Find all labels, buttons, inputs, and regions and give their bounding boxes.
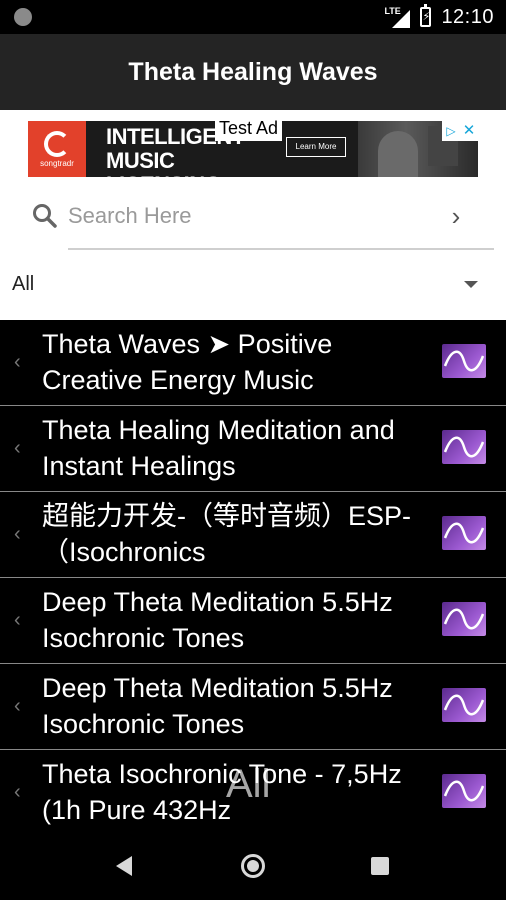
app-bar: Theta Healing Waves xyxy=(0,34,506,110)
category-dropdown[interactable]: All xyxy=(0,265,506,305)
chevron-right-icon[interactable]: › xyxy=(444,202,468,230)
wave-thumbnail-icon xyxy=(442,602,486,636)
category-selected-value: All xyxy=(12,273,35,295)
search-input[interactable] xyxy=(68,196,428,236)
chevron-left-icon: ‹ xyxy=(14,437,21,459)
list-item-title: 超能力开发-（等时音频）ESP-（Isochronics xyxy=(42,501,412,567)
list-item[interactable]: ‹ Deep Theta Meditation 5.5Hz Isochronic… xyxy=(0,664,506,752)
ad-learn-more-button[interactable]: Learn More xyxy=(286,137,346,157)
chevron-left-icon: ‹ xyxy=(14,695,21,717)
status-bar: LTE ⚡ 12:10 xyxy=(0,0,506,34)
search-icon[interactable] xyxy=(32,203,58,229)
list-item[interactable]: ‹ 超能力开发-（等时音频）ESP-（Isochronics xyxy=(0,492,506,580)
app-title: Theta Healing Waves xyxy=(128,57,378,86)
list-item-title: Deep Theta Meditation 5.5Hz Isochronic T… xyxy=(42,673,393,739)
recents-icon[interactable] xyxy=(371,857,389,875)
search-panel: songtradr INTELLIGENT MUSIC LICENSING Le… xyxy=(0,110,506,320)
chevron-left-icon: ‹ xyxy=(14,523,21,545)
dropdown-arrow-icon[interactable] xyxy=(464,281,478,288)
close-icon[interactable]: ✕ xyxy=(460,121,478,141)
home-icon[interactable] xyxy=(241,854,265,878)
ad-brand-logo: songtradr xyxy=(28,121,86,177)
back-icon[interactable] xyxy=(116,856,132,876)
battery-charging-icon: ⚡ xyxy=(420,4,432,27)
status-icons: LTE ⚡ 12:10 xyxy=(384,4,494,29)
list-item-title: Deep Theta Meditation 5.5Hz Isochronic T… xyxy=(42,587,393,653)
wave-thumbnail-icon xyxy=(442,516,486,550)
lte-signal-icon: LTE xyxy=(384,6,411,28)
search-underline xyxy=(68,248,494,250)
video-list[interactable]: ‹ Theta Waves ➤ Positive Creative Energy… xyxy=(0,320,506,832)
chevron-left-icon: ‹ xyxy=(14,609,21,631)
list-item-title: Theta Waves ➤ Positive Creative Energy M… xyxy=(42,329,333,395)
test-ad-label: Test Ad xyxy=(215,115,283,141)
ad-choices[interactable]: ▷ ✕ xyxy=(442,121,478,141)
system-nav-bar xyxy=(0,832,506,900)
wave-thumbnail-icon xyxy=(442,344,486,378)
chevron-left-icon: ‹ xyxy=(14,781,21,803)
wave-thumbnail-icon xyxy=(442,430,486,464)
notification-dot-icon xyxy=(14,8,32,26)
list-item-title: Theta Healing Meditation and Instant Hea… xyxy=(42,415,395,481)
chevron-left-icon: ‹ xyxy=(14,351,21,373)
search-bar: › xyxy=(0,192,506,242)
list-item[interactable]: ‹ Theta Waves ➤ Positive Creative Energy… xyxy=(0,320,506,408)
list-item[interactable]: ‹ Theta Healing Meditation and Instant H… xyxy=(0,406,506,494)
wave-thumbnail-icon xyxy=(442,688,486,722)
category-toast: All xyxy=(226,762,271,806)
clock: 12:10 xyxy=(441,5,494,28)
wave-thumbnail-icon xyxy=(442,774,486,808)
ad-choices-icon[interactable]: ▷ xyxy=(442,121,460,141)
list-item[interactable]: ‹ Deep Theta Meditation 5.5Hz Isochronic… xyxy=(0,578,506,666)
